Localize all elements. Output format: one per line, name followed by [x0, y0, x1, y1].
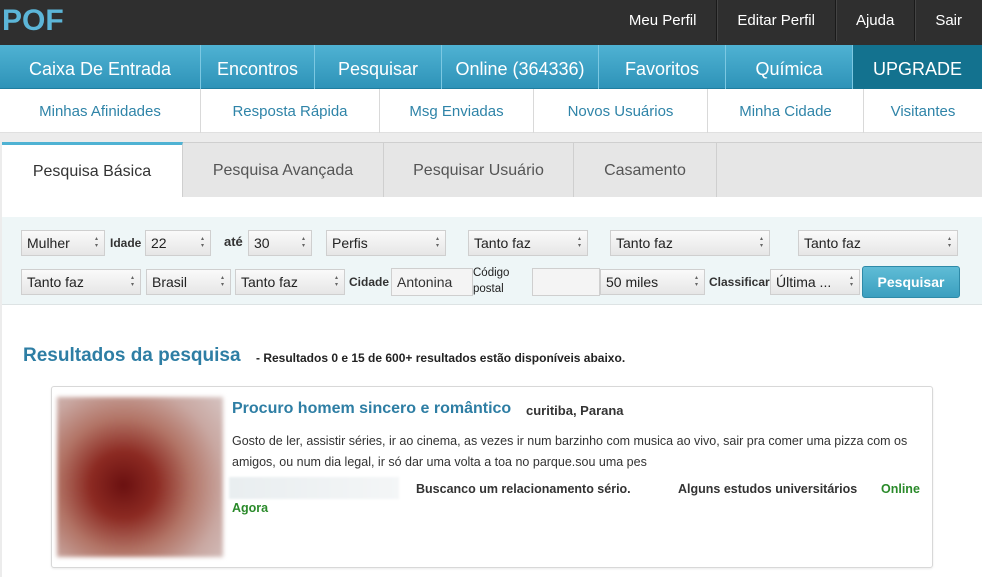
profile-photo[interactable]: [57, 397, 223, 557]
my-profile-link[interactable]: Meu Perfil: [609, 0, 717, 41]
help-link[interactable]: Ajuda: [834, 0, 914, 41]
postal-code-label: Código postal: [473, 267, 510, 295]
city-input[interactable]: Antonina: [391, 268, 473, 296]
filter-select-2[interactable]: Tanto faz: [610, 230, 770, 256]
country-select[interactable]: Brasil: [146, 269, 231, 295]
profile-card[interactable]: Procuro homem sincero e romântico curiti…: [51, 386, 933, 568]
distance-select[interactable]: 50 miles: [600, 269, 705, 295]
filter-select-1[interactable]: Tanto faz: [468, 230, 588, 256]
gender-select[interactable]: Mulher: [21, 230, 105, 256]
sub-nav: Minhas Afinidades Resposta Rápida Msg En…: [0, 89, 982, 133]
profile-education: Alguns estudos universitários: [678, 482, 858, 496]
nav-online[interactable]: Online (364336): [442, 45, 599, 89]
subnav-visitors[interactable]: Visitantes: [864, 89, 982, 133]
subnav-new-users[interactable]: Novos Usuários: [534, 89, 708, 133]
edit-profile-link[interactable]: Editar Perfil: [716, 0, 835, 41]
results-title: Resultados da pesquisa: [23, 345, 241, 366]
profile-location: curitiba, Parana: [526, 403, 624, 418]
subnav-quick-reply[interactable]: Resposta Rápida: [201, 89, 380, 133]
age-to-select[interactable]: 30: [248, 230, 312, 256]
tab-user-search[interactable]: Pesquisar Usuário: [384, 143, 574, 198]
nav-meet[interactable]: Encontros: [201, 45, 315, 89]
main-nav: Caixa De Entrada Encontros Pesquisar Onl…: [0, 45, 982, 89]
search-tabs: Pesquisa Básica Pesquisa Avançada Pesqui…: [2, 142, 982, 199]
profiles-select[interactable]: Perfis: [326, 230, 446, 256]
postal-code-input[interactable]: [532, 268, 600, 296]
nav-favorites[interactable]: Favoritos: [599, 45, 726, 89]
filter-select-4[interactable]: Tanto faz: [21, 269, 141, 295]
tab-marriage[interactable]: Casamento: [574, 143, 717, 198]
sort-select[interactable]: Última ...: [770, 269, 860, 295]
sort-label: Classificar: [709, 275, 770, 289]
results-count: - Resultados 0 e 15 de 600+ resultados e…: [256, 351, 626, 365]
online-status-now: Agora: [232, 501, 269, 515]
tab-basic-search[interactable]: Pesquisa Básica: [2, 142, 183, 199]
age-label: Idade: [110, 236, 142, 250]
filter-select-3[interactable]: Tanto faz: [798, 230, 958, 256]
online-status: Online: [881, 482, 920, 496]
profile-headline[interactable]: Procuro homem sincero e romântico: [232, 400, 511, 418]
pof-logo[interactable]: POF: [2, 4, 64, 38]
logout-link[interactable]: Sair: [914, 0, 982, 41]
age-from-select[interactable]: 22: [145, 230, 211, 256]
profile-seeking: Buscanco um relacionamento sério.: [416, 482, 631, 496]
profile-description: Gosto de ler, assistir séries, ir ao cin…: [232, 434, 908, 469]
nav-chemistry[interactable]: Química: [726, 45, 853, 89]
search-button[interactable]: Pesquisar: [862, 266, 960, 298]
subnav-sent-messages[interactable]: Msg Enviadas: [380, 89, 534, 133]
filter-select-5[interactable]: Tanto faz: [235, 269, 345, 295]
top-bar: POF Meu Perfil Editar Perfil Ajuda Sair: [0, 0, 982, 45]
nav-inbox[interactable]: Caixa De Entrada: [0, 45, 201, 89]
account-nav: Meu Perfil Editar Perfil Ajuda Sair: [609, 0, 982, 41]
blurred-username: [229, 477, 399, 499]
nav-search[interactable]: Pesquisar: [315, 45, 442, 89]
subnav-matches[interactable]: Minhas Afinidades: [0, 89, 201, 133]
filter-bar: Mulher Idade 22 até 30 Perfis Tanto faz …: [2, 217, 982, 305]
nav-upgrade[interactable]: UPGRADE: [853, 45, 982, 89]
age-to-label: até: [224, 234, 243, 249]
subnav-my-city[interactable]: Minha Cidade: [708, 89, 864, 133]
tab-advanced-search[interactable]: Pesquisa Avançada: [183, 143, 384, 198]
city-label: Cidade: [349, 275, 390, 289]
